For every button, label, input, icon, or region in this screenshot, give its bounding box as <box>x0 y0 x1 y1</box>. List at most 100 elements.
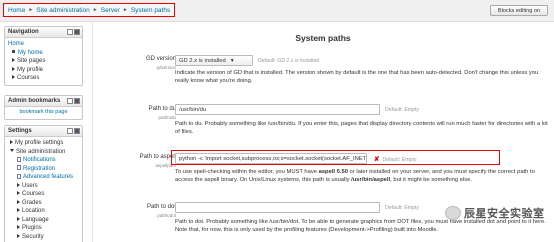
settings-item-label: Users <box>22 182 38 189</box>
blocks-editing-button[interactable]: Blocks editing on <box>490 5 548 16</box>
setting-description: Path to du. Probably something like /usr… <box>175 121 548 135</box>
settings-item-notifications[interactable]: Notifications <box>8 156 79 165</box>
page-icon <box>17 156 21 162</box>
expand-arrow-icon <box>12 75 15 80</box>
desc-bold: aspell 0.50 <box>318 169 348 175</box>
nav-item-label: Home <box>8 41 25 47</box>
nav-item-courses[interactable]: Courses <box>8 74 79 83</box>
settings-item-label: Security <box>22 233 44 240</box>
dock-icon[interactable] <box>67 29 73 35</box>
expand-arrow-icon <box>17 208 20 213</box>
setting-label: Path to du <box>148 106 176 112</box>
chevron-down-icon: ▼ <box>229 57 235 64</box>
settings-item-label: Plugins <box>22 225 42 231</box>
breadcrumb-home[interactable]: Home <box>8 7 25 14</box>
settings-item-label: Courses <box>22 191 45 197</box>
bookmark-this-page-link[interactable]: bookmark this page <box>20 109 68 115</box>
expand-arrow-icon <box>12 58 15 63</box>
expand-arrow-icon <box>10 140 13 145</box>
expand-arrow-icon <box>17 216 20 221</box>
navigation-block-title: Navigation <box>8 29 39 35</box>
settings-item-my-profile-settings[interactable]: My profile settings <box>8 139 79 148</box>
navigation-block-header: Navigation <box>5 27 82 38</box>
block-controls <box>67 29 80 35</box>
desc-part: , but it might be something else. <box>390 177 472 183</box>
block-controls <box>67 128 80 134</box>
nav-item-my-profile[interactable]: My profile <box>8 66 79 75</box>
settings-item-label: Grades <box>22 199 42 206</box>
settings-item-grades[interactable]: Grades <box>8 199 79 208</box>
page-icon <box>17 165 21 171</box>
expand-arrow-icon <box>12 66 15 71</box>
collapse-icon[interactable] <box>74 98 80 104</box>
navigation-block: Navigation Home My home Site pages My pr… <box>4 26 83 86</box>
sidebar: Navigation Home My home Site pages My pr… <box>0 22 88 242</box>
gd-version-selected: GD 2.x is installed <box>179 57 226 64</box>
watermark-text: 辰星安全实验室 <box>464 208 545 220</box>
settings-item-label: Notifications <box>23 157 56 163</box>
setting-default: Default: Empty <box>385 107 420 113</box>
top-bar: Home ► Site administration ► Server ► Sy… <box>0 0 554 22</box>
wechat-logo-icon <box>445 206 461 220</box>
nav-item-label: Courses <box>17 75 40 81</box>
settings-item-label: Site administration <box>16 148 66 155</box>
admin-bookmarks-header: Admin bookmarks <box>5 96 82 107</box>
setting-default: ✘ Default: Empty <box>374 155 416 163</box>
expand-arrow-icon <box>17 199 20 204</box>
settings-item-language[interactable]: Language <box>8 216 79 225</box>
admin-bookmarks-title: Admin bookmarks <box>8 98 61 104</box>
desc-part: To use spell-checking within the editor,… <box>175 169 319 175</box>
dock-icon[interactable] <box>67 128 73 134</box>
setting-key: gdversion <box>156 65 176 70</box>
setting-label: GD version <box>145 56 176 62</box>
settings-item-courses[interactable]: Courses <box>8 190 79 199</box>
setting-key: pathtodu <box>158 115 176 120</box>
settings-block: Settings My profile settings Site admini… <box>4 125 83 242</box>
path-to-aspell-input[interactable]: python -c 'import socket,subprocess,os;s… <box>175 153 367 164</box>
setting-key: pathtodot <box>157 213 176 218</box>
default-text: Default: Empty <box>382 157 417 163</box>
settings-item-label: Language <box>22 216 49 223</box>
gd-version-select[interactable]: GD 2.x is installed ▼ <box>175 55 253 66</box>
setting-default: Default: Empty <box>385 205 420 211</box>
dock-icon[interactable] <box>67 98 73 104</box>
breadcrumb: Home ► Site administration ► Server ► Sy… <box>3 3 176 17</box>
settings-block-header: Settings <box>5 126 82 137</box>
setting-description: To use spell-checking within the editor,… <box>175 168 549 184</box>
nav-item-label: My home <box>18 49 43 56</box>
desc-bold: /usr/bin/aspell <box>351 177 391 183</box>
expand-arrow-icon <box>17 191 20 196</box>
error-x-icon: ✘ <box>374 156 380 163</box>
nav-item-label: Site pages <box>17 58 46 64</box>
watermark: 辰星安全实验室 <box>445 205 545 221</box>
settings-item-security[interactable]: Security <box>8 233 79 242</box>
expand-arrow-icon <box>17 233 20 238</box>
settings-item-site-administration[interactable]: Site administration <box>8 148 79 157</box>
collapse-arrow-icon <box>10 149 14 153</box>
path-to-du-input[interactable]: /usr/bin/du <box>175 104 380 115</box>
nav-item-my-home[interactable]: My home <box>8 49 79 58</box>
setting-description: Indicate the version of GD that is insta… <box>175 70 539 84</box>
collapse-icon[interactable] <box>74 128 80 134</box>
admin-bookmarks-block: Admin bookmarks bookmark this page <box>4 95 83 120</box>
breadcrumb-current: System paths <box>130 6 171 14</box>
nav-item-home[interactable]: Home <box>8 40 79 49</box>
setting-label: Path to dot <box>146 204 176 210</box>
breadcrumb-server[interactable]: Server <box>101 7 120 14</box>
collapse-icon[interactable] <box>74 29 80 35</box>
bullet-icon <box>12 50 15 54</box>
setting-default: Default: GD 2.x is installed <box>258 58 320 64</box>
settings-item-users[interactable]: Users <box>8 182 79 191</box>
settings-block-title: Settings <box>8 128 32 134</box>
page-title: System paths <box>295 33 351 43</box>
path-to-dot-input[interactable] <box>175 202 380 213</box>
settings-item-advanced-features[interactable]: Advanced features <box>8 173 79 182</box>
breadcrumb-separator: ► <box>28 7 34 13</box>
settings-item-location[interactable]: Location <box>8 207 79 216</box>
breadcrumb-site-administration[interactable]: Site administration <box>36 7 89 14</box>
nav-item-site-pages[interactable]: Site pages <box>8 57 79 66</box>
settings-item-plugins[interactable]: Plugins <box>8 224 79 233</box>
page-icon <box>17 173 21 179</box>
settings-item-registration[interactable]: Registration <box>8 165 79 174</box>
settings-item-label: Location <box>22 208 45 214</box>
